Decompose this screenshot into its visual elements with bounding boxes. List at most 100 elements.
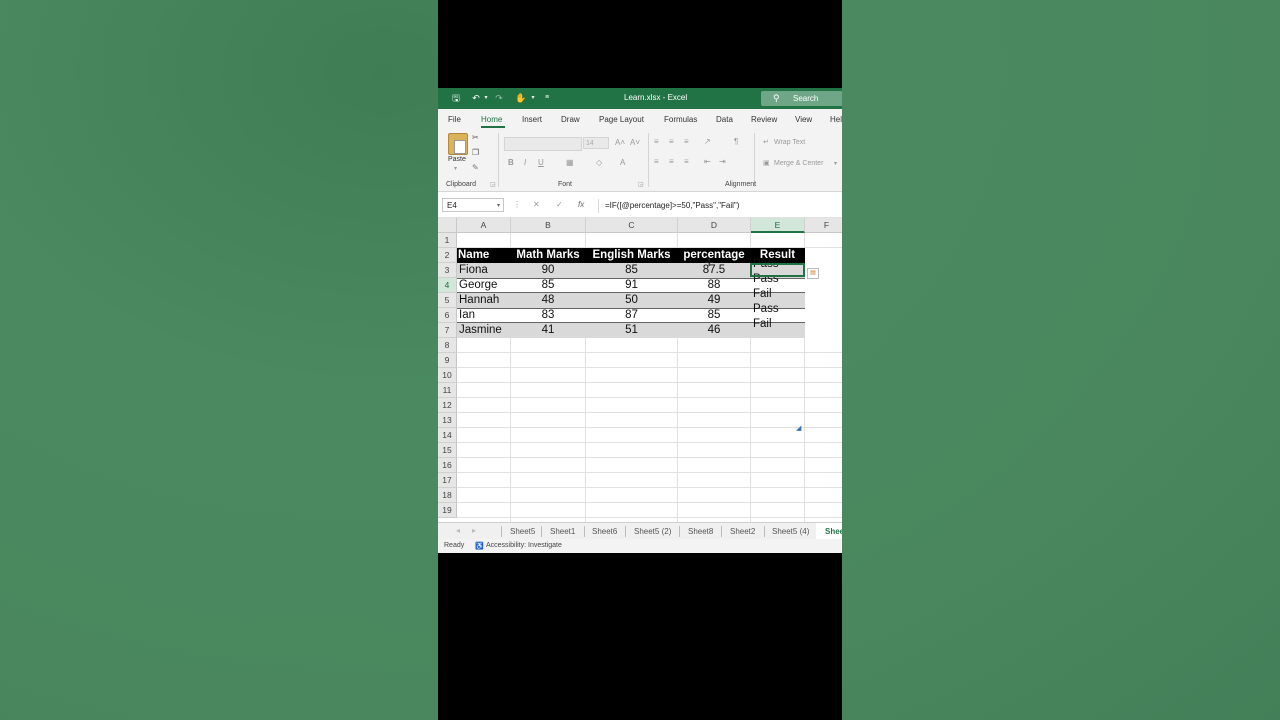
next-sheet-icon[interactable]: ▸ xyxy=(472,526,476,535)
align-middle-icon[interactable]: ≡ xyxy=(669,137,674,146)
tab-file[interactable]: File xyxy=(448,115,461,124)
row-header[interactable]: 7 xyxy=(438,323,457,338)
paste-dropdown-icon[interactable]: ▾ xyxy=(454,165,457,172)
row-header[interactable]: 17 xyxy=(438,473,457,488)
align-left-icon[interactable]: ≡ xyxy=(654,157,659,166)
sheet-tab[interactable]: Sheet6 xyxy=(592,527,617,536)
save-icon[interactable]: 🖫 xyxy=(450,92,462,104)
table-cell-name[interactable]: Fiona xyxy=(459,263,488,278)
increase-font-icon[interactable]: A˄ xyxy=(615,138,625,147)
table-cell[interactable]: 83 xyxy=(511,308,585,323)
formula-input[interactable]: =IF([@percentage]>=50,"Pass","Fail") xyxy=(598,199,842,213)
table-cell[interactable]: 85 xyxy=(511,278,585,293)
table-cell[interactable]: 88 xyxy=(678,278,750,293)
font-name-box[interactable] xyxy=(504,137,582,151)
accessibility-status[interactable]: Accessibility: Investigate xyxy=(486,542,562,549)
increase-indent-icon[interactable]: ⇥ xyxy=(719,157,726,166)
customize-toolbar-icon[interactable]: ≡ xyxy=(541,92,553,104)
tab-help[interactable]: Hel xyxy=(830,115,842,124)
wrap-text-button[interactable]: Wrap Text xyxy=(774,139,805,146)
column-header-f[interactable]: F xyxy=(805,218,842,233)
sheet-tab[interactable]: Sheet1 xyxy=(550,527,575,536)
merge-center-button[interactable]: Merge & Center xyxy=(774,160,823,167)
orientation-icon[interactable]: ↗ xyxy=(704,137,711,146)
search-box[interactable]: ⚲ Search xyxy=(761,91,842,106)
name-box[interactable]: E4 ▾ xyxy=(442,198,504,212)
table-header-cell[interactable]: Name xyxy=(458,248,510,263)
worksheet-grid[interactable]: A B C D E F 1 2 3 4 5 6 7 8 9 10 11 12 1… xyxy=(438,218,842,522)
touch-dropdown-icon[interactable]: ▾ xyxy=(527,92,539,104)
tab-review[interactable]: Review xyxy=(751,115,777,124)
select-all-corner[interactable] xyxy=(438,218,457,233)
enter-icon[interactable]: ✓ xyxy=(556,200,563,209)
bold-icon[interactable]: B xyxy=(508,158,514,167)
column-header-b[interactable]: B xyxy=(511,218,586,233)
table-cell-name[interactable]: George xyxy=(459,278,497,293)
autofill-options-icon[interactable]: ▤ xyxy=(807,268,819,279)
table-cell[interactable]: 91 xyxy=(586,278,677,293)
table-cell[interactable]: 90 xyxy=(511,263,585,278)
tab-data[interactable]: Data xyxy=(716,115,733,124)
table-cell-result[interactable]: Fail xyxy=(753,317,772,332)
redo-icon[interactable]: ↷ xyxy=(493,92,505,104)
align-bottom-icon[interactable]: ≡ xyxy=(684,137,689,146)
sheet-tab[interactable]: Sheet5 (4) xyxy=(772,527,809,536)
name-box-dropdown-icon[interactable]: ▾ xyxy=(497,199,500,213)
align-center-icon[interactable]: ≡ xyxy=(669,157,674,166)
insert-function-icon[interactable]: fx xyxy=(578,200,584,209)
row-header[interactable]: 19 xyxy=(438,503,457,518)
table-resize-handle-icon[interactable]: ◢ xyxy=(796,424,801,432)
table-cell[interactable]: 87 xyxy=(586,308,677,323)
sheet-tab[interactable]: Sheet2 xyxy=(730,527,755,536)
row-header[interactable]: 14 xyxy=(438,428,457,443)
table-cell-name[interactable]: Ian xyxy=(459,308,475,323)
decrease-font-icon[interactable]: A˅ xyxy=(630,138,640,147)
merge-dropdown-icon[interactable]: ▾ xyxy=(834,160,837,167)
row-header[interactable]: 2 xyxy=(438,248,457,263)
table-cell-result[interactable]: Pass xyxy=(753,302,779,317)
rtl-icon[interactable]: ¶ xyxy=(734,137,738,146)
row-header[interactable]: 8 xyxy=(438,338,457,353)
decrease-indent-icon[interactable]: ⇤ xyxy=(704,157,711,166)
table-header-cell[interactable]: percentage xyxy=(678,248,750,263)
table-cell-result[interactable]: Fail xyxy=(753,287,772,302)
cut-icon[interactable]: ✂ xyxy=(472,133,479,142)
underline-icon[interactable]: U xyxy=(538,158,544,167)
row-header[interactable]: 5 xyxy=(438,293,457,308)
cancel-icon[interactable]: ✕ xyxy=(533,200,540,209)
row-header[interactable]: 3 xyxy=(438,263,457,278)
row-header[interactable]: 16 xyxy=(438,458,457,473)
table-cell-name[interactable]: Hannah xyxy=(459,293,499,308)
sheet-tab[interactable]: Sheet8 xyxy=(688,527,713,536)
row-header[interactable]: 1 xyxy=(438,233,457,248)
active-cell-selection[interactable] xyxy=(750,263,805,277)
tab-insert[interactable]: Insert xyxy=(522,115,542,124)
italic-icon[interactable]: I xyxy=(524,158,526,167)
clipboard-launcher-icon[interactable]: ◲ xyxy=(490,181,496,188)
prev-sheet-icon[interactable]: ◂ xyxy=(456,526,460,535)
column-header-d[interactable]: D xyxy=(678,218,751,233)
column-header-e[interactable]: E xyxy=(751,218,805,233)
column-header-a[interactable]: A xyxy=(457,218,511,233)
wrap-text-icon[interactable]: ↵ xyxy=(763,138,769,146)
format-painter-icon[interactable]: ✎ xyxy=(472,163,479,172)
table-cell[interactable]: 85 xyxy=(586,263,677,278)
align-right-icon[interactable]: ≡ xyxy=(684,157,689,166)
align-top-icon[interactable]: ≡ xyxy=(654,137,659,146)
row-header[interactable]: 13 xyxy=(438,413,457,428)
row-header[interactable]: 15 xyxy=(438,443,457,458)
font-size-box[interactable]: 14 xyxy=(583,137,609,149)
table-cell[interactable]: 49 xyxy=(678,293,750,308)
table-cell[interactable]: 51 xyxy=(586,323,677,338)
touch-mode-icon[interactable]: ✋ xyxy=(515,92,527,104)
table-cell[interactable]: 50 xyxy=(586,293,677,308)
table-header-cell[interactable]: English Marks xyxy=(586,248,677,263)
fill-color-icon[interactable]: ◇ xyxy=(596,158,602,167)
table-cell[interactable]: 87.5 xyxy=(678,263,750,278)
table-cell[interactable]: 48 xyxy=(511,293,585,308)
table-cell[interactable]: 46 xyxy=(678,323,750,338)
row-header[interactable]: 6 xyxy=(438,308,457,323)
row-header[interactable]: 9 xyxy=(438,353,457,368)
row-header[interactable]: 10 xyxy=(438,368,457,383)
table-cell[interactable]: 41 xyxy=(511,323,585,338)
